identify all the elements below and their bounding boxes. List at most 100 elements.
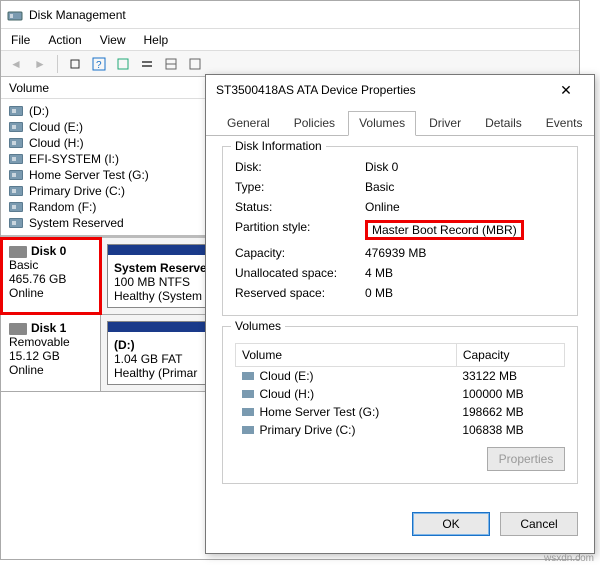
cancel-button[interactable]: Cancel — [500, 512, 578, 536]
action-icon[interactable] — [136, 53, 158, 75]
tab-volumes[interactable]: Volumes — [348, 111, 416, 136]
volume-icon — [9, 170, 23, 180]
col-capacity[interactable]: Capacity — [456, 344, 564, 367]
label-type: Type: — [235, 180, 365, 194]
partition-size: 1.04 GB FAT — [114, 352, 182, 366]
back-icon[interactable]: ◄ — [5, 53, 27, 75]
tab-policies[interactable]: Policies — [283, 111, 346, 135]
table-header-row: Volume Capacity — [236, 344, 565, 367]
table-row[interactable]: Cloud (H:) 100000 MB — [236, 385, 565, 403]
col-volume[interactable]: Volume — [236, 344, 457, 367]
disk-icon — [9, 323, 27, 335]
disk-name: Disk 1 — [31, 321, 66, 335]
disk-0-label[interactable]: Disk 0 Basic 465.76 GB Online — [1, 238, 101, 314]
disk-type: Removable — [9, 335, 70, 349]
volume-label: System Reserved — [29, 216, 124, 230]
partition-stripe — [108, 322, 216, 332]
volume-name: Cloud (E:) — [260, 369, 314, 383]
ok-button[interactable]: OK — [412, 512, 490, 536]
value-type: Basic — [365, 180, 394, 194]
disk-status: Online — [9, 363, 44, 377]
menu-file[interactable]: File — [11, 33, 30, 47]
tab-general[interactable]: General — [216, 111, 281, 135]
value-capacity: 476939 MB — [365, 246, 426, 260]
volume-label: Cloud (E:) — [29, 120, 83, 134]
disk-name: Disk 0 — [31, 244, 66, 258]
device-properties-dialog: ST3500418AS ATA Device Properties ✕ Gene… — [205, 74, 595, 554]
label-unallocated: Unallocated space: — [235, 266, 365, 280]
properties-button[interactable]: Properties — [487, 447, 565, 471]
dialog-title: ST3500418AS ATA Device Properties — [216, 83, 548, 97]
watermark: wsxdn.com — [544, 553, 594, 564]
list-icon[interactable] — [160, 53, 182, 75]
volume-icon — [9, 138, 23, 148]
disk-size: 15.12 GB — [9, 349, 60, 363]
titlebar: Disk Management — [1, 1, 579, 29]
forward-icon[interactable]: ► — [29, 53, 51, 75]
toolbar-separator — [57, 55, 58, 73]
window-title: Disk Management — [29, 8, 126, 22]
partition-name: System Reserved — [114, 261, 214, 275]
volume-icon — [242, 408, 254, 416]
menu-view[interactable]: View — [100, 33, 126, 47]
tab-events[interactable]: Events — [535, 111, 594, 135]
table-row[interactable]: Primary Drive (C:)106838 MB — [236, 421, 565, 439]
app-icon — [7, 7, 23, 23]
tab-details[interactable]: Details — [474, 111, 533, 135]
label-reserved: Reserved space: — [235, 286, 365, 300]
partition-stripe — [108, 245, 220, 255]
dialog-button-row: OK Cancel — [206, 508, 594, 546]
dialog-titlebar: ST3500418AS ATA Device Properties ✕ — [206, 75, 594, 105]
volume-capacity: 100000 MB — [456, 385, 564, 403]
close-icon[interactable]: ✕ — [548, 78, 584, 102]
volume-icon — [9, 106, 23, 116]
volume-icon — [9, 186, 23, 196]
volume-capacity: 33122 MB — [456, 367, 564, 386]
group-legend: Volumes — [231, 319, 285, 333]
volume-label: Cloud (H:) — [29, 136, 84, 150]
menu-action[interactable]: Action — [48, 33, 81, 47]
disk-1-label[interactable]: Disk 1 Removable 15.12 GB Online — [1, 315, 101, 391]
partition-d[interactable]: (D:) 1.04 GB FAT Healthy (Primar — [107, 321, 217, 385]
disk-icon — [9, 246, 27, 258]
volume-name: Home Server Test (G:) — [260, 405, 380, 419]
menubar: File Action View Help — [1, 29, 579, 51]
label-status: Status: — [235, 200, 365, 214]
volume-icon — [242, 390, 254, 398]
volume-icon — [9, 218, 23, 228]
volume-icon — [242, 372, 254, 380]
volume-icon — [9, 122, 23, 132]
tab-driver[interactable]: Driver — [418, 111, 472, 135]
label-disk: Disk: — [235, 160, 365, 174]
table-row[interactable]: Home Server Test (G:) 198662 MB — [236, 403, 565, 421]
help-icon[interactable]: ? — [88, 53, 110, 75]
up-tree-icon[interactable] — [64, 53, 86, 75]
volume-label: Home Server Test (G:) — [29, 168, 149, 182]
value-unallocated: 4 MB — [365, 266, 393, 280]
group-legend: Disk Information — [231, 139, 326, 153]
volume-name: Cloud (H:) — [260, 387, 315, 401]
partition-system-reserved[interactable]: System Reserved 100 MB NTFS Healthy (Sys… — [107, 244, 221, 308]
disk-type: Basic — [9, 258, 38, 272]
partition-size: 100 MB NTFS — [114, 275, 190, 289]
disk-information-group: Disk Information Disk:Disk 0 Type:Basic … — [222, 146, 578, 316]
volume-icon — [9, 202, 23, 212]
tab-strip: General Policies Volumes Driver Details … — [206, 105, 594, 136]
label-partition-style: Partition style: — [235, 220, 365, 240]
refresh-icon[interactable] — [112, 53, 134, 75]
value-disk: Disk 0 — [365, 160, 398, 174]
value-partition-style: Master Boot Record (MBR) — [365, 220, 524, 240]
value-status: Online — [365, 200, 400, 214]
disk-status: Online — [9, 286, 44, 300]
volume-label: (D:) — [29, 104, 49, 118]
properties-icon[interactable] — [184, 53, 206, 75]
svg-text:?: ? — [96, 60, 102, 71]
volume-capacity: 106838 MB — [456, 421, 564, 439]
menu-help[interactable]: Help — [144, 33, 169, 47]
volume-icon — [242, 426, 254, 434]
table-row[interactable]: Cloud (E:) 33122 MB — [236, 367, 565, 386]
label-capacity: Capacity: — [235, 246, 365, 260]
volume-capacity: 198662 MB — [456, 403, 564, 421]
partition-status: Healthy (Primar — [114, 366, 197, 380]
volume-label: EFI-SYSTEM (I:) — [29, 152, 119, 166]
